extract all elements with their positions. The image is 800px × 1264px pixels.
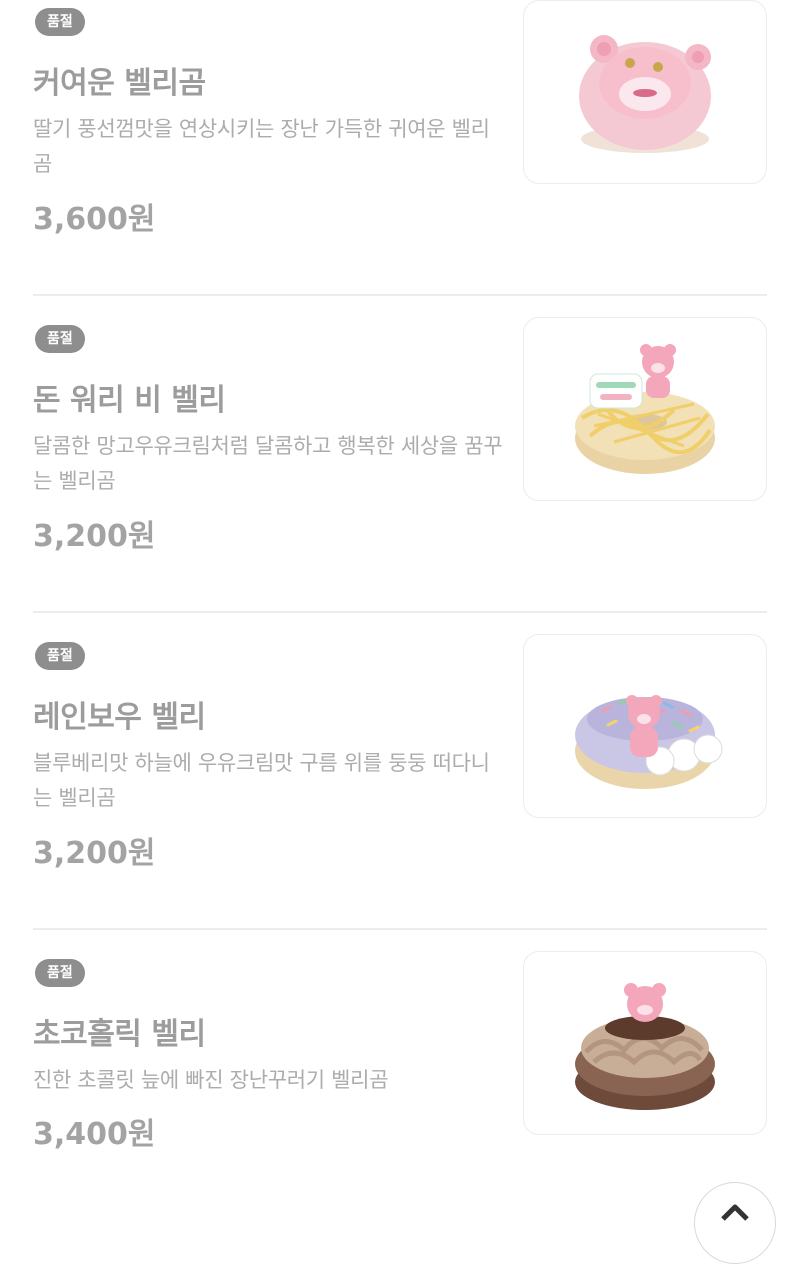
chocolate-cream-donut-icon [575,983,715,1110]
product-item[interactable]: 품절 돈 워리 비 벨리 달콤한 망고우유크림처럼 달콤하고 행복한 세상을 꿈… [0,296,800,613]
product-item-content: 품절 돈 워리 비 벨리 달콤한 망고우유크림처럼 달콤하고 행복한 세상을 꿈… [33,317,767,613]
product-item[interactable]: 품절 커여운 벨리곰 딸기 풍선껌맛을 연상시키는 장난 가득한 귀여운 벨리곰… [0,0,800,296]
product-description: 달콤한 망고우유크림처럼 달콤하고 행복한 세상을 꿈꾸는 벨리곰 [33,434,503,493]
sold-out-badge: 품절 [35,959,85,987]
product-price: 3,600원 [33,202,156,237]
product-name[interactable]: 초코홀릭 벨리 [33,1009,206,1053]
product-item[interactable]: 품절 초코홀릭 벨리 진한 초콜릿 늪에 빠진 장난꾸러기 벨리곰 3,400원 [0,930,800,1247]
product-name[interactable]: 커여운 벨리곰 [33,58,206,102]
product-name[interactable]: 돈 워리 비 벨리 [33,375,226,419]
product-price: 3,200원 [33,836,156,871]
product-item-content: 품절 레인보우 벨리 블루베리맛 하늘에 우유크림맛 구름 위를 둥둥 떠다니는… [33,634,767,930]
scroll-to-top-button[interactable] [694,1182,776,1264]
product-description: 진한 초콜릿 늪에 빠진 장난꾸러기 벨리곰 [33,1068,389,1092]
product-item-content: 품절 커여운 벨리곰 딸기 풍선껌맛을 연상시키는 장난 가득한 귀여운 벨리곰… [33,0,767,296]
sold-out-badge: 품절 [35,642,85,670]
product-list: 품절 커여운 벨리곰 딸기 풍선껌맛을 연상시키는 장난 가득한 귀여운 벨리곰… [0,0,800,1247]
product-item-content: 품절 초코홀릭 벨리 진한 초콜릿 늪에 빠진 장난꾸러기 벨리곰 3,400원 [33,951,767,1247]
sold-out-badge: 품절 [35,325,85,353]
chevron-up-icon [721,1204,749,1221]
product-description: 블루베리맛 하늘에 우유크림맛 구름 위를 둥둥 떠다니는 벨리곰 [33,751,490,810]
product-image[interactable] [523,634,767,818]
product-image[interactable] [523,317,767,501]
product-name[interactable]: 레인보우 벨리 [33,692,206,736]
product-price: 3,400원 [33,1117,156,1152]
product-description: 딸기 풍선껌맛을 연상시키는 장난 가득한 귀여운 벨리곰 [33,117,490,176]
product-price: 3,200원 [33,519,156,554]
rainbow-sprinkle-donut-icon [575,695,723,789]
product-image[interactable] [523,951,767,1135]
pink-bear-face-donut-icon [579,35,711,153]
product-item[interactable]: 품절 레인보우 벨리 블루베리맛 하늘에 우유크림맛 구름 위를 둥둥 떠다니는… [0,613,800,930]
sold-out-badge: 품절 [35,8,85,36]
product-image[interactable] [523,0,767,184]
mango-drizzle-donut-icon [575,344,715,474]
